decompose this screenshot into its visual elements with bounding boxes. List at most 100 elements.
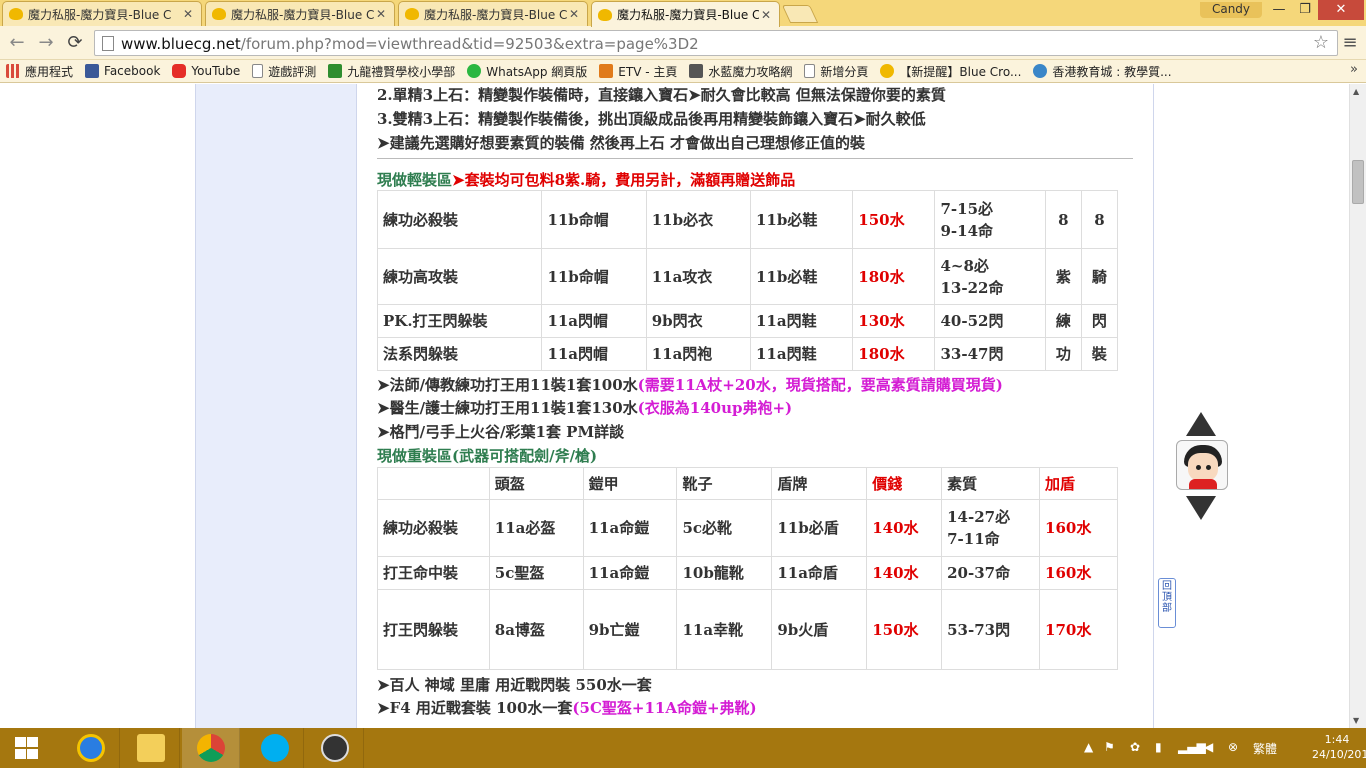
page-icon — [804, 64, 816, 78]
table-cell: 20-37命 — [941, 556, 1041, 590]
post-line: 3.雙精3上石：精變製作裝備後，挑出頂級成品後再用精變裝飾鑲入寶石➤耐久較低 — [377, 110, 926, 128]
mascot-face — [1188, 453, 1218, 481]
table-cell: 練 — [1044, 304, 1082, 338]
bookmark-new-tab[interactable]: 新增分頁 — [804, 63, 868, 80]
windows-logo-pane — [27, 737, 38, 747]
table-cell: 騎 — [1080, 248, 1119, 305]
back-to-top-button[interactable]: 回頂部 — [1158, 578, 1176, 628]
bookmark-cg-guide[interactable]: 水藍魔力攻略網 — [689, 63, 792, 80]
column-header: 加盾 — [1039, 467, 1118, 500]
taskbar-ie[interactable] — [62, 728, 120, 768]
avatar-icon — [689, 64, 704, 78]
system-clock[interactable]: 1:44 24/10/2015 — [1312, 732, 1366, 762]
post-line: 2.單精3上石：精變製作裝備時，直接鑲入寶石➤耐久會比較高 但無法保證你要的素質 — [377, 86, 946, 104]
address-bar[interactable]: www.bluecg.net/forum.php?mod=viewthread&… — [94, 30, 1338, 56]
tray-device-icon[interactable]: ▮ — [1155, 740, 1162, 754]
ime-icon[interactable]: ⊗ — [1228, 740, 1238, 754]
vertical-scrollbar[interactable]: ▲ ▼ — [1349, 84, 1366, 728]
bookmark-star-icon[interactable]: ☆ — [1313, 32, 1329, 53]
bookmarks-overflow-icon[interactable]: » — [1350, 62, 1358, 77]
browser-tab-1[interactable]: 魔力私服-魔力寶貝-Blue C ✕ — [2, 1, 202, 26]
bookmark-youtube[interactable]: YouTube — [172, 64, 240, 78]
table-cell: 紫 — [1044, 248, 1082, 305]
skype-icon — [261, 734, 289, 762]
scroll-down-arrow-icon[interactable] — [1186, 496, 1216, 520]
table-cell: 裝 — [1080, 337, 1119, 371]
right-divider — [1153, 84, 1154, 728]
bookmark-game-review[interactable]: 遊戲評測 — [252, 63, 316, 80]
table-cell: 11a必盔 — [488, 499, 584, 557]
browser-tab-active[interactable]: 魔力私服-魔力寶貝-Blue C ✕ — [591, 1, 780, 27]
table-cell: 9b亡鎧 — [582, 589, 678, 670]
mascot-shirt — [1189, 479, 1217, 489]
restore-icon[interactable]: ❐ — [1292, 0, 1318, 20]
close-icon[interactable]: ✕ — [374, 7, 388, 21]
table-cell: 功 — [1044, 337, 1082, 371]
bookmark-hkedcity[interactable]: 香港教育城 : 教學質... — [1033, 63, 1172, 80]
table-cell: 法系閃躲裝 — [376, 337, 543, 371]
note-line: ➤醫生/護士練功打王用11裝1套130水(衣服為140up弗袍+) — [377, 399, 793, 417]
browser-toolbar: ← → ⟳ www.bluecg.net/forum.php?mod=viewt… — [0, 26, 1366, 60]
table-cell: 11a閃帽 — [541, 337, 647, 371]
price-cell: 140水 — [866, 556, 943, 590]
table-cell: 11a攻衣 — [645, 248, 752, 305]
tray-app-icon[interactable]: ✿ — [1130, 740, 1140, 754]
bookmark-school[interactable]: 九龍禮賢學校小學部 — [328, 63, 455, 80]
close-icon[interactable]: ✕ — [181, 7, 195, 21]
table-cell: 11b必鞋 — [749, 248, 854, 305]
bookmark-etv[interactable]: ETV - 主頁 — [599, 63, 677, 80]
mascot-avatar-icon[interactable] — [1176, 440, 1228, 490]
back-arrow-icon[interactable]: ← — [6, 32, 28, 54]
bookmark-apps[interactable]: 應用程式 — [6, 63, 73, 80]
window-close-icon[interactable]: ✕ — [1318, 0, 1364, 20]
bookmark-facebook[interactable]: Facebook — [85, 64, 160, 78]
table-cell: 8 — [1080, 190, 1119, 249]
browser-tab-2[interactable]: 魔力私服-魔力寶貝-Blue C ✕ — [205, 1, 395, 26]
table-cell: 閃 — [1080, 304, 1119, 338]
table-cell: 9b火盾 — [771, 589, 868, 670]
close-icon[interactable]: ✕ — [567, 7, 581, 21]
table-row: 打王命中裝 5c聖盔 11a命鎧 10b龍靴 11a命盾 140水 20-37命… — [377, 556, 1118, 590]
url-text[interactable]: www.bluecg.net/forum.php?mod=viewthread&… — [121, 35, 699, 53]
tray-expand-icon[interactable]: ▲ — [1084, 740, 1093, 754]
clock-time: 1:44 — [1324, 733, 1350, 746]
input-language[interactable]: 繁體 — [1253, 740, 1277, 757]
bluecg-favicon-icon — [212, 8, 226, 20]
heavy-equipment-table: 頭盔 鎧甲 靴子 盾牌 價錢 素質 加盾 練功必殺裝 11a必盔 11a命鎧 5… — [377, 467, 1118, 670]
network-icon[interactable]: ▂▄▆ — [1178, 740, 1206, 754]
taskbar-chrome[interactable] — [182, 728, 240, 768]
scroll-up-icon[interactable]: ▲ — [1353, 87, 1359, 96]
chrome-menu-icon[interactable]: ≡ — [1341, 33, 1359, 53]
page-icon — [252, 64, 264, 78]
profile-button[interactable]: Candy — [1200, 2, 1262, 18]
bookmark-bluecg[interactable]: 【新提醒】Blue Cro... — [880, 63, 1021, 80]
table-cell: 11b必盾 — [771, 499, 868, 557]
scroll-down-icon[interactable]: ▼ — [1353, 716, 1359, 725]
minimize-icon[interactable]: — — [1266, 0, 1292, 20]
scroll-up-arrow-icon[interactable] — [1186, 412, 1216, 436]
forward-arrow-icon[interactable]: → — [35, 32, 57, 54]
scrollbar-thumb[interactable] — [1352, 160, 1364, 204]
close-icon[interactable]: ✕ — [759, 8, 773, 22]
browser-tab-3[interactable]: 魔力私服-魔力寶貝-Blue C ✕ — [398, 1, 588, 26]
table-row: 打王閃躲裝 8a博盔 9b亡鎧 11a幸靴 9b火盾 150水 53-73閃 1… — [377, 589, 1118, 670]
volume-icon[interactable]: ◀ — [1204, 740, 1213, 754]
taskbar-skype[interactable] — [246, 728, 304, 768]
taskbar-explorer[interactable] — [122, 728, 180, 768]
table-cell: 打王閃躲裝 — [377, 589, 490, 670]
tab-strip: 魔力私服-魔力寶貝-Blue C ✕ 魔力私服-魔力寶貝-Blue C ✕ 魔力… — [0, 0, 1366, 27]
taskbar-crossgate[interactable] — [306, 728, 364, 768]
table-row: 練功必殺裝 11b命帽 11b必衣 11b必鞋 150水 7-15必 9-14命… — [376, 190, 1119, 249]
action-center-icon[interactable]: ⚑ — [1104, 740, 1115, 754]
bluecg-favicon-icon — [598, 8, 612, 21]
start-button[interactable] — [0, 728, 52, 768]
table-cell: 8 — [1044, 190, 1082, 249]
reload-icon[interactable]: ⟳ — [64, 32, 86, 54]
bookmark-whatsapp[interactable]: WhatsApp 網頁版 — [467, 63, 587, 80]
table-cell: 11b命帽 — [541, 248, 647, 305]
price-cell: 160水 — [1039, 556, 1118, 590]
file-explorer-icon — [137, 734, 165, 762]
table-cell: 練功必殺裝 — [377, 499, 490, 557]
new-tab-button[interactable] — [781, 5, 819, 23]
table-cell: 9b閃衣 — [645, 304, 752, 338]
